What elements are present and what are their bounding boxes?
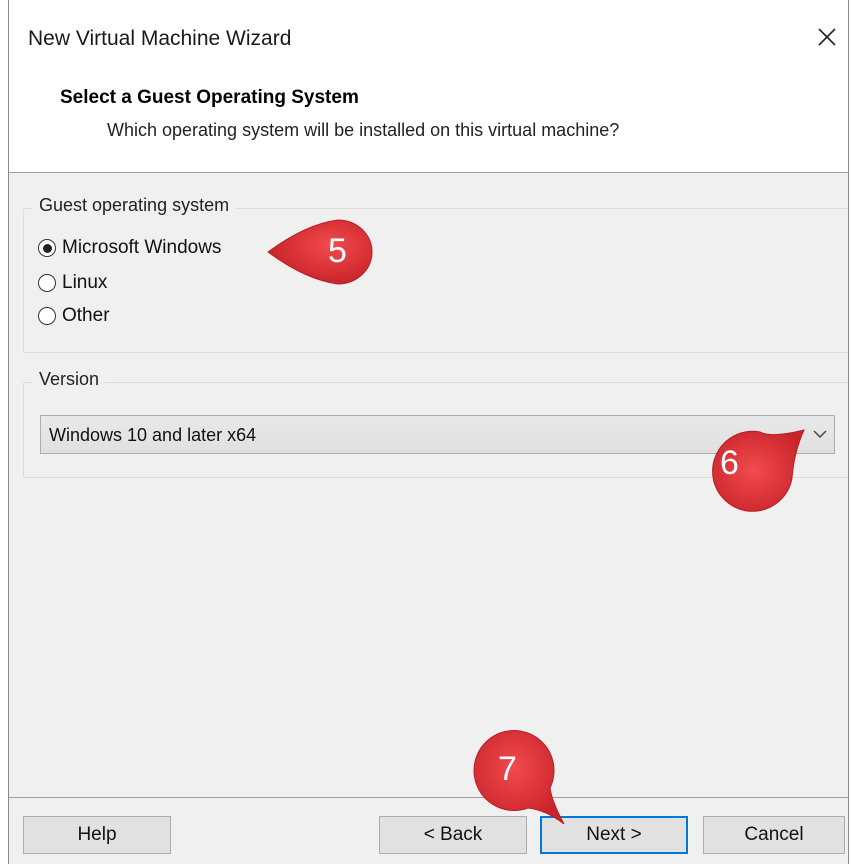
radio-button[interactable] xyxy=(38,274,56,292)
chevron-down-icon[interactable] xyxy=(812,428,828,440)
radio-linux[interactable]: Linux xyxy=(38,272,107,294)
radio-label: Microsoft Windows xyxy=(62,237,222,258)
next-button[interactable]: Next > xyxy=(540,816,688,854)
close-icon xyxy=(818,28,836,46)
help-button[interactable]: Help xyxy=(23,816,171,854)
version-select-value: Windows 10 and later x64 xyxy=(49,425,257,445)
back-button[interactable]: < Back xyxy=(379,816,527,854)
radio-microsoft-windows[interactable]: Microsoft Windows xyxy=(38,237,221,259)
footer-divider xyxy=(9,797,848,798)
radio-selected-dot xyxy=(42,243,52,253)
wizard-header: Select a Guest Operating System Which op… xyxy=(9,80,848,173)
version-group: Version Windows 10 and later x64 xyxy=(23,369,848,478)
window-title: New Virtual Machine Wizard xyxy=(28,27,292,50)
version-select[interactable]: Windows 10 and later x64 xyxy=(40,415,835,454)
radio-other[interactable]: Other xyxy=(38,305,110,327)
title-bar: New Virtual Machine Wizard xyxy=(9,0,848,80)
wizard-window: New Virtual Machine Wizard Select a Gues… xyxy=(8,0,849,864)
radio-label: Other xyxy=(62,305,110,326)
version-group-label: Version xyxy=(33,369,106,390)
guest-os-group: Guest operating system Microsoft Windows… xyxy=(23,195,848,353)
radio-button[interactable] xyxy=(38,239,56,257)
radio-button[interactable] xyxy=(38,307,56,325)
page-title: Select a Guest Operating System xyxy=(60,87,359,108)
page-subtitle: Which operating system will be installed… xyxy=(107,120,620,140)
cancel-button[interactable]: Cancel xyxy=(703,816,845,854)
radio-label: Linux xyxy=(62,272,108,293)
guest-os-group-label: Guest operating system xyxy=(33,195,236,216)
close-button[interactable] xyxy=(810,20,844,54)
